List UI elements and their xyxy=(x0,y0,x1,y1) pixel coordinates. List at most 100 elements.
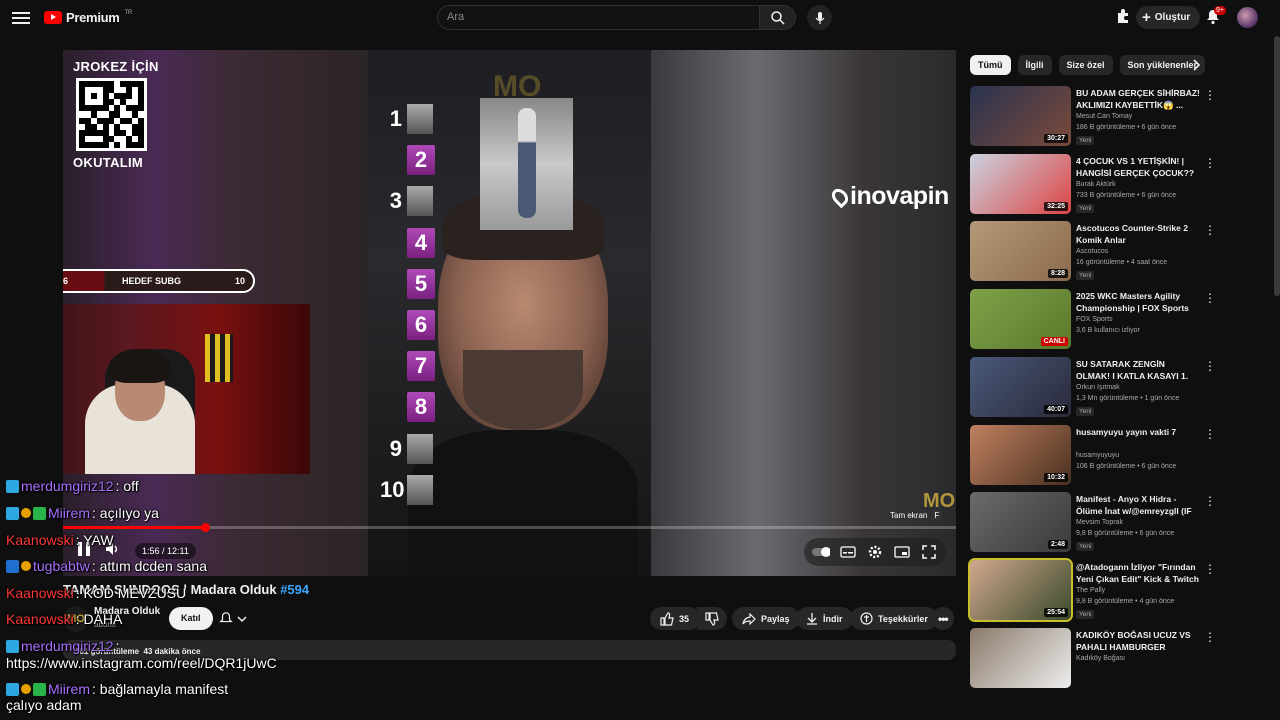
more-vertical-icon[interactable]: ⋮ xyxy=(1204,630,1216,644)
video-title[interactable]: Manifest - Anyo X Hidra - Ölüme İnat w/@… xyxy=(1076,493,1200,518)
share-button[interactable]: Paylaş xyxy=(732,607,800,630)
more-vertical-icon[interactable]: ⋮ xyxy=(1204,359,1216,373)
duration-badge: 2:48 xyxy=(1047,540,1068,550)
more-vertical-icon[interactable]: ⋮ xyxy=(1204,223,1216,237)
more-vertical-icon[interactable]: ⋮ xyxy=(1204,494,1216,508)
autoplay-toggle-icon[interactable] xyxy=(812,544,830,560)
video-thumbnail[interactable]: 25:54 xyxy=(968,557,1073,622)
settings-gear-icon[interactable] xyxy=(866,544,884,560)
rank-row: 6 xyxy=(380,310,440,340)
dislike-button[interactable] xyxy=(697,607,727,630)
video-thumbnail[interactable] xyxy=(970,627,1071,688)
chip-0[interactable]: Tümü xyxy=(970,55,1011,75)
channel-avatar[interactable]: MO xyxy=(63,606,89,632)
extension-icon[interactable] xyxy=(1115,8,1131,29)
more-vertical-icon[interactable]: ⋮ xyxy=(1204,156,1216,170)
recommended-video[interactable]: 30:27 BU ADAM GERÇEK SİHİRBAZ! AKLIMIZI K… xyxy=(970,86,1216,148)
download-button[interactable]: İndir xyxy=(796,607,853,630)
video-thumbnail[interactable]: 10:32 xyxy=(970,424,1071,485)
pause-icon[interactable] xyxy=(77,541,91,562)
video-title[interactable]: husamyuyu yayın vakti 7 xyxy=(1076,426,1200,438)
chip-2[interactable]: Size özel xyxy=(1058,55,1113,75)
more-vertical-icon[interactable]: ⋮ xyxy=(1204,562,1216,576)
channel-watermark[interactable]: MO xyxy=(923,490,955,513)
chip-1[interactable]: İlgili xyxy=(1017,55,1052,75)
rank-number: 4 xyxy=(407,227,435,258)
more-vertical-icon[interactable]: ⋮ xyxy=(1204,427,1216,441)
video-thumbnail[interactable]: 32:25 xyxy=(970,153,1071,214)
channel-name[interactable]: Ascotucos xyxy=(1076,248,1108,255)
user-avatar[interactable] xyxy=(1237,7,1258,28)
search-input[interactable]: Ara xyxy=(437,5,760,30)
channel-name[interactable]: Kadıköy Boğası xyxy=(1076,655,1125,662)
chat-badge-icon xyxy=(6,479,19,493)
video-meta: 106 B görüntüleme • 6 gün önce xyxy=(1076,462,1177,470)
goal-label: HEDEF SUBG xyxy=(121,276,181,286)
recommended-video[interactable]: 10:32 husamyuyu yayın vakti 7 husamyuyuyu 1… xyxy=(970,424,1216,487)
subscribe-notification-button[interactable] xyxy=(212,607,254,630)
fullscreen-tooltip: Tam ekran F xyxy=(890,511,943,520)
page-scrollbar[interactable] xyxy=(1274,36,1280,296)
thumbs-down-icon xyxy=(705,611,719,626)
video-thumbnail[interactable]: 8:28 xyxy=(970,221,1071,282)
voice-search-button[interactable] xyxy=(807,5,832,30)
channel-name[interactable]: FOX Sports xyxy=(1076,316,1113,323)
recommended-video[interactable]: 2:48 Manifest - Anyo X Hidra - Ölüme İnat… xyxy=(970,492,1216,554)
more-vertical-icon[interactable]: ⋮ xyxy=(1204,291,1216,305)
search-button[interactable] xyxy=(760,5,796,30)
recommended-video[interactable]: 8:28 Ascotucos Counter-Strike 2 Komik Anl… xyxy=(970,221,1216,283)
create-button[interactable]: + Oluştur xyxy=(1136,6,1201,29)
recommended-video[interactable]: 40:07 SU SATARAK ZENGİN OLMAK! I KATLA KA… xyxy=(970,356,1216,419)
chat-badge-icon xyxy=(33,506,46,520)
video-player[interactable]: MO 1 2 3 4 5 6 7 8 9 10 JROKEZ İÇİN OKUTALIM 6 HE… xyxy=(63,50,956,576)
recommended-video[interactable]: 25:54 @Atadogann İzliyor "Fırından Yeni Ç… xyxy=(968,557,1216,622)
download-label: İndir xyxy=(823,613,843,624)
subtitles-icon[interactable] xyxy=(839,544,857,560)
video-title[interactable]: SU SATARAK ZENGİN OLMAK! I KATLA KASAYI … xyxy=(1076,358,1200,383)
more-vertical-icon[interactable]: ⋮ xyxy=(1204,88,1216,102)
video-title[interactable]: BU ADAM GERÇEK SİHİRBAZ! AKLIMIZI KAYBET… xyxy=(1076,87,1200,111)
rank-row: 10 xyxy=(380,474,440,505)
video-thumbnail[interactable]: CANLI xyxy=(970,289,1071,350)
video-title[interactable]: Ascotucos Counter-Strike 2 Komik Anlar xyxy=(1076,222,1200,246)
video-thumbnail[interactable]: 2:48 xyxy=(970,492,1071,553)
video-thumbnail[interactable]: 30:27 xyxy=(970,86,1071,146)
fullscreen-icon[interactable] xyxy=(920,544,938,560)
wall-jersey xyxy=(205,334,233,382)
chevron-right-icon[interactable] xyxy=(1192,58,1202,76)
video-title[interactable]: KADIKÖY BOĞASI UCUZ VS PAHALI HAMBURGER xyxy=(1076,629,1200,653)
channel-name[interactable]: Burak Aktürk xyxy=(1076,181,1116,188)
progress-bar[interactable] xyxy=(63,523,956,532)
video-hashtag[interactable]: #594 xyxy=(280,582,309,597)
miniplayer-icon[interactable] xyxy=(893,544,911,560)
video-title[interactable]: 2025 WKC Masters Agility Championship | … xyxy=(1076,290,1200,314)
description-box[interactable]: 381 görüntüleme 43 dakika önce xyxy=(63,640,956,660)
chat-badge-icon xyxy=(33,682,46,696)
recommended-video[interactable]: KADIKÖY BOĞASI UCUZ VS PAHALI HAMBURGER K… xyxy=(970,627,1216,690)
hamburger-menu-icon[interactable] xyxy=(12,9,30,27)
video-thumbnail[interactable]: 40:07 xyxy=(970,356,1071,417)
progress-scrubber[interactable] xyxy=(200,523,210,532)
like-button[interactable]: 35 xyxy=(650,607,702,630)
recommended-video[interactable]: 32:25 4 ÇOCUK VS 1 YETİŞKİN! | HANGİSİ GE… xyxy=(970,153,1216,216)
youtube-logo[interactable]: Premium TR xyxy=(44,10,132,25)
video-title[interactable]: 4 ÇOCUK VS 1 YETİŞKİN! | HANGİSİ GERÇEK … xyxy=(1076,155,1200,180)
chat-badge-icon xyxy=(6,682,19,696)
channel-name[interactable]: Mevsim Toprak xyxy=(1076,519,1123,526)
channel-name[interactable]: Orkun Işıtmak xyxy=(1076,384,1120,391)
channel-name[interactable]: The Pally xyxy=(1076,587,1105,594)
channel-name[interactable]: husamyuyuyu xyxy=(1076,452,1119,459)
recommended-video[interactable]: CANLI 2025 WKC Masters Agility Championsh… xyxy=(970,289,1216,351)
filter-chips: Tümü İlgili Size özel Son yüklenenler xyxy=(970,55,1206,75)
more-actions-button[interactable]: ••• xyxy=(932,607,954,630)
channel-name[interactable]: Madara Olduk xyxy=(94,606,160,617)
chat-badge-icon xyxy=(21,508,31,518)
join-button[interactable]: Katıl xyxy=(169,607,213,630)
thanks-button[interactable]: Teşekkürler xyxy=(850,607,938,630)
video-title[interactable]: @Atadogann İzliyor "Fırından Yeni Çıkan … xyxy=(1076,561,1200,586)
time-display: 1:56 / 12:11 xyxy=(135,543,196,559)
channel-name[interactable]: Mesut Can Tomay xyxy=(1076,113,1132,120)
rank-number: 2 xyxy=(407,145,435,176)
volume-icon[interactable] xyxy=(105,542,121,561)
video-meta: 1,3 Mn görüntüleme • 1 gün önce xyxy=(1076,394,1180,402)
